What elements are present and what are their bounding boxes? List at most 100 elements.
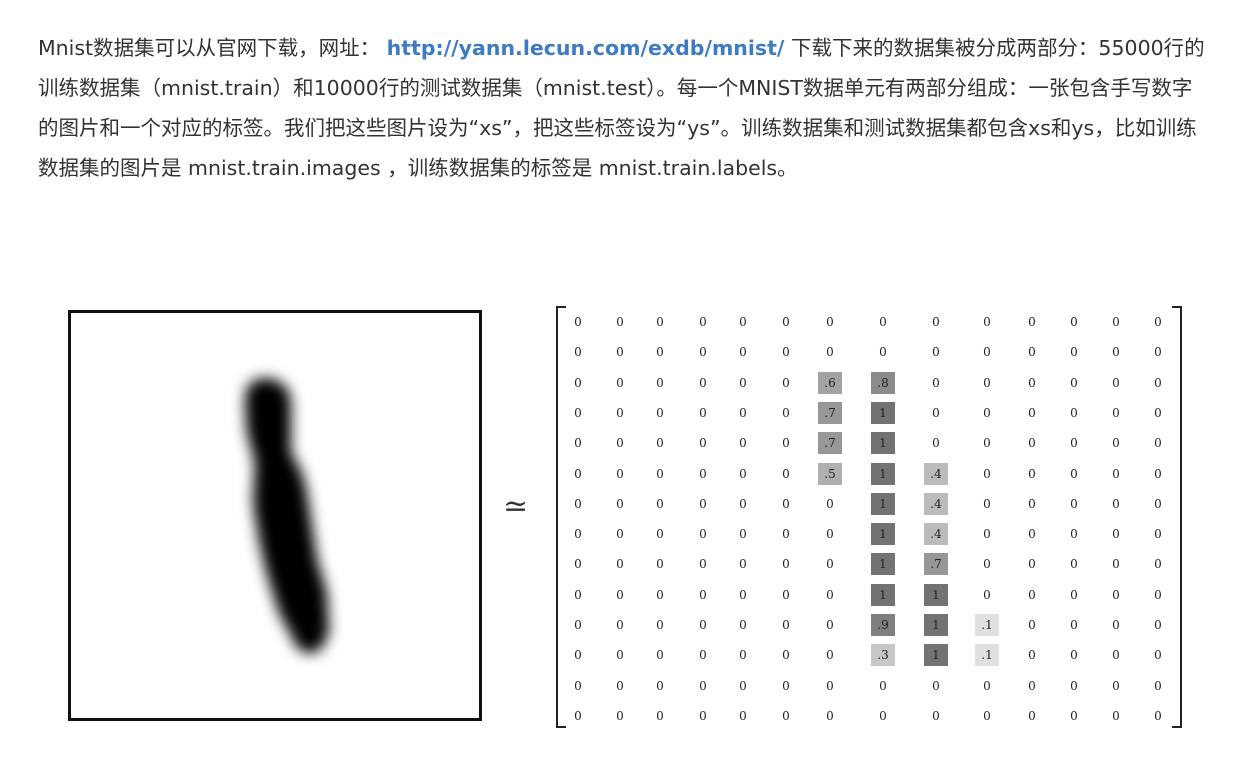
matrix-cell: 0 bbox=[932, 375, 940, 390]
matrix-cell: .1 bbox=[975, 644, 999, 667]
matrix-cell: 0 bbox=[616, 436, 624, 451]
matrix-cell: .4 bbox=[924, 523, 948, 546]
matrix-cell: 0 bbox=[656, 618, 664, 632]
matrix-cell: 0 bbox=[574, 678, 582, 693]
matrix-cell: 0 bbox=[739, 618, 747, 632]
matrix-cell: 0 bbox=[826, 648, 834, 663]
matrix-cell: 0 bbox=[739, 708, 747, 723]
matrix-right-bracket bbox=[1172, 306, 1182, 728]
matrix-cell: 0 bbox=[1154, 648, 1162, 663]
matrix-cell: 0 bbox=[1070, 527, 1078, 542]
matrix-cell: 0 bbox=[1112, 315, 1120, 329]
matrix-cell: 0 bbox=[699, 436, 707, 451]
matrix-cell: 0 bbox=[739, 375, 747, 390]
matrix-cell: 0 bbox=[739, 436, 747, 451]
matrix-cell: 0 bbox=[826, 708, 834, 723]
matrix-cell: 0 bbox=[739, 466, 747, 481]
matrix-cell: 0 bbox=[1112, 496, 1120, 511]
matrix-cell: .4 bbox=[924, 462, 948, 485]
matrix-cell: 0 bbox=[782, 708, 790, 723]
matrix-cell: 0 bbox=[983, 405, 991, 420]
matrix-cell: 0 bbox=[879, 708, 887, 723]
matrix-cell: 0 bbox=[656, 375, 664, 390]
matrix-cell: 0 bbox=[983, 527, 991, 542]
matrix-cell: 0 bbox=[616, 345, 624, 360]
matrix-cell: 0 bbox=[782, 527, 790, 542]
matrix-cell: 0 bbox=[782, 557, 790, 572]
matrix-cell: 0 bbox=[656, 557, 664, 572]
matrix-cell: 0 bbox=[1112, 708, 1120, 723]
matrix-cell: 0 bbox=[1028, 436, 1036, 451]
matrix-cell: 0 bbox=[1028, 375, 1036, 390]
matrix-cell: 0 bbox=[616, 678, 624, 693]
matrix-cell: 1 bbox=[924, 614, 948, 636]
matrix-cell: 0 bbox=[1070, 345, 1078, 360]
matrix-cell: 0 bbox=[1070, 618, 1078, 632]
matrix-cell: 0 bbox=[616, 587, 624, 602]
matrix-cell: 0 bbox=[699, 345, 707, 360]
matrix-cell: 0 bbox=[1028, 708, 1036, 723]
matrix-cell: 0 bbox=[1070, 375, 1078, 390]
matrix-cell: 0 bbox=[932, 708, 940, 723]
handwritten-digit-image bbox=[68, 310, 482, 721]
matrix-cell: 1 bbox=[871, 401, 895, 424]
matrix-cell: 0 bbox=[574, 618, 582, 632]
matrix-cell: 0 bbox=[616, 375, 624, 390]
matrix-cell: 0 bbox=[1028, 345, 1036, 360]
matrix-cell: .7 bbox=[818, 401, 842, 424]
matrix-cell: 1 bbox=[871, 462, 895, 485]
matrix-cell: 0 bbox=[574, 527, 582, 542]
matrix-cell: 0 bbox=[1112, 587, 1120, 602]
matrix-cell: .3 bbox=[871, 644, 895, 667]
matrix-cell: 0 bbox=[1154, 527, 1162, 542]
matrix-cell: 0 bbox=[1070, 405, 1078, 420]
matrix-cell: 0 bbox=[826, 315, 834, 329]
matrix-cell: 1 bbox=[924, 644, 948, 667]
matrix-cell: 0 bbox=[983, 587, 991, 602]
matrix-cell: 0 bbox=[782, 436, 790, 451]
matrix-cell: 0 bbox=[574, 405, 582, 420]
matrix-cell: 0 bbox=[932, 345, 940, 360]
matrix-cell: 0 bbox=[656, 708, 664, 723]
matrix-cell: 1 bbox=[924, 583, 948, 606]
matrix-cell: 0 bbox=[1154, 375, 1162, 390]
matrix-cell: 0 bbox=[574, 436, 582, 451]
matrix-cell: 0 bbox=[1154, 618, 1162, 632]
matrix-cell: 0 bbox=[574, 557, 582, 572]
matrix-cell: 0 bbox=[1028, 618, 1036, 632]
matrix-cell: 0 bbox=[739, 496, 747, 511]
matrix-cell: 0 bbox=[1028, 678, 1036, 693]
matrix-cell: 0 bbox=[1154, 587, 1162, 602]
matrix-cell: 0 bbox=[983, 436, 991, 451]
matrix-cell: 0 bbox=[1112, 375, 1120, 390]
matrix-cell: 0 bbox=[1112, 678, 1120, 693]
matrix-cell: .6 bbox=[818, 371, 842, 394]
matrix-cell: 0 bbox=[1070, 557, 1078, 572]
matrix-cell: 0 bbox=[699, 678, 707, 693]
matrix-cell: 0 bbox=[616, 557, 624, 572]
matrix-cell: 0 bbox=[1154, 436, 1162, 451]
matrix-cell: 0 bbox=[1070, 587, 1078, 602]
matrix-cell: 1 bbox=[871, 432, 895, 455]
matrix-cell: 0 bbox=[656, 405, 664, 420]
matrix-cell: 0 bbox=[1028, 587, 1036, 602]
matrix-cell: 0 bbox=[656, 587, 664, 602]
matrix-cell: 0 bbox=[699, 557, 707, 572]
matrix-cell: 0 bbox=[1028, 557, 1036, 572]
matrix-cell: 0 bbox=[983, 466, 991, 481]
matrix-cell: 0 bbox=[574, 375, 582, 390]
matrix-cell: 0 bbox=[782, 405, 790, 420]
matrix-cell: 0 bbox=[782, 345, 790, 360]
matrix-cell: 0 bbox=[1112, 436, 1120, 451]
matrix-cell: 0 bbox=[699, 618, 707, 632]
matrix-cell: 0 bbox=[983, 678, 991, 693]
matrix-cell: 0 bbox=[574, 315, 582, 329]
matrix-cell: 0 bbox=[782, 618, 790, 632]
matrix-cell: 0 bbox=[1112, 618, 1120, 632]
matrix-cell: 0 bbox=[1070, 466, 1078, 481]
matrix-cell: 0 bbox=[1070, 496, 1078, 511]
matrix-cell: 0 bbox=[932, 405, 940, 420]
matrix-cell: 0 bbox=[699, 708, 707, 723]
matrix-cell: 0 bbox=[1112, 466, 1120, 481]
matrix-cell: 0 bbox=[1070, 315, 1078, 329]
